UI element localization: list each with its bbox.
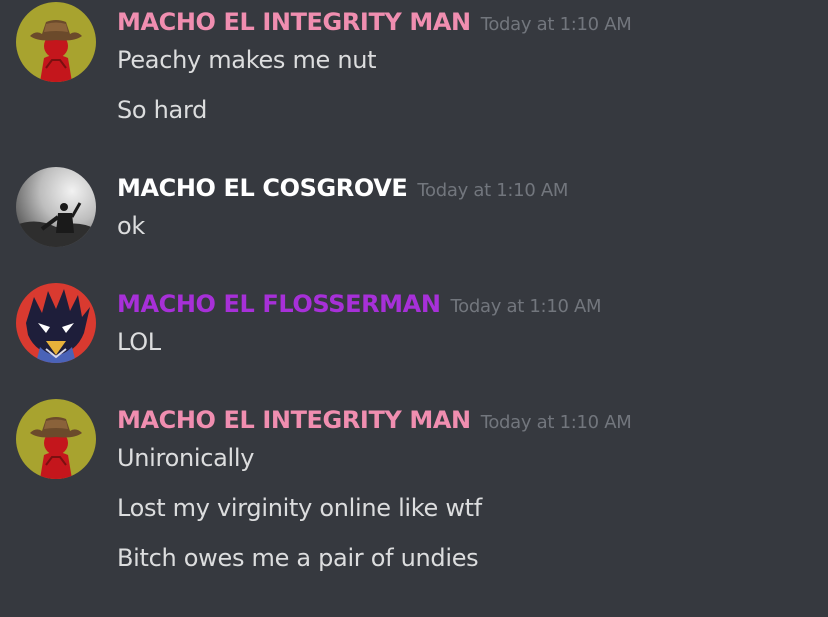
message-text: Lost my virginity online like wtf	[117, 494, 482, 522]
message-header: MACHO EL FLOSSERMAN Today at 1:10 AM	[117, 290, 602, 318]
timestamp[interactable]: Today at 1:10 AM	[481, 14, 632, 35]
message-text: Peachy makes me nut	[117, 46, 377, 74]
timestamp[interactable]: Today at 1:10 AM	[481, 412, 632, 433]
message-header: MACHO EL INTEGRITY MAN Today at 1:10 AM	[117, 406, 632, 434]
username[interactable]: MACHO EL FLOSSERMAN	[117, 290, 441, 318]
concert-photo-avatar-icon[interactable]	[16, 167, 96, 247]
message-text: LOL	[117, 328, 161, 356]
message-header: MACHO EL INTEGRITY MAN Today at 1:10 AM	[117, 8, 632, 36]
message-text: ok	[117, 212, 145, 240]
cowboy-hat-avatar-icon[interactable]	[16, 2, 96, 82]
chat-messages: MACHO EL INTEGRITY MAN Today at 1:10 AM P…	[0, 0, 828, 617]
anime-character-avatar-icon[interactable]	[16, 283, 96, 363]
username[interactable]: MACHO EL COSGROVE	[117, 174, 408, 202]
timestamp[interactable]: Today at 1:10 AM	[417, 180, 568, 201]
message-header: MACHO EL COSGROVE Today at 1:10 AM	[117, 174, 568, 202]
cowboy-hat-avatar-icon[interactable]	[16, 399, 96, 479]
username[interactable]: MACHO EL INTEGRITY MAN	[117, 406, 471, 434]
message-text: Bitch owes me a pair of undies	[117, 544, 479, 572]
timestamp[interactable]: Today at 1:10 AM	[451, 296, 602, 317]
message-text: Unironically	[117, 444, 255, 472]
username[interactable]: MACHO EL INTEGRITY MAN	[117, 8, 471, 36]
message-text: So hard	[117, 96, 208, 124]
